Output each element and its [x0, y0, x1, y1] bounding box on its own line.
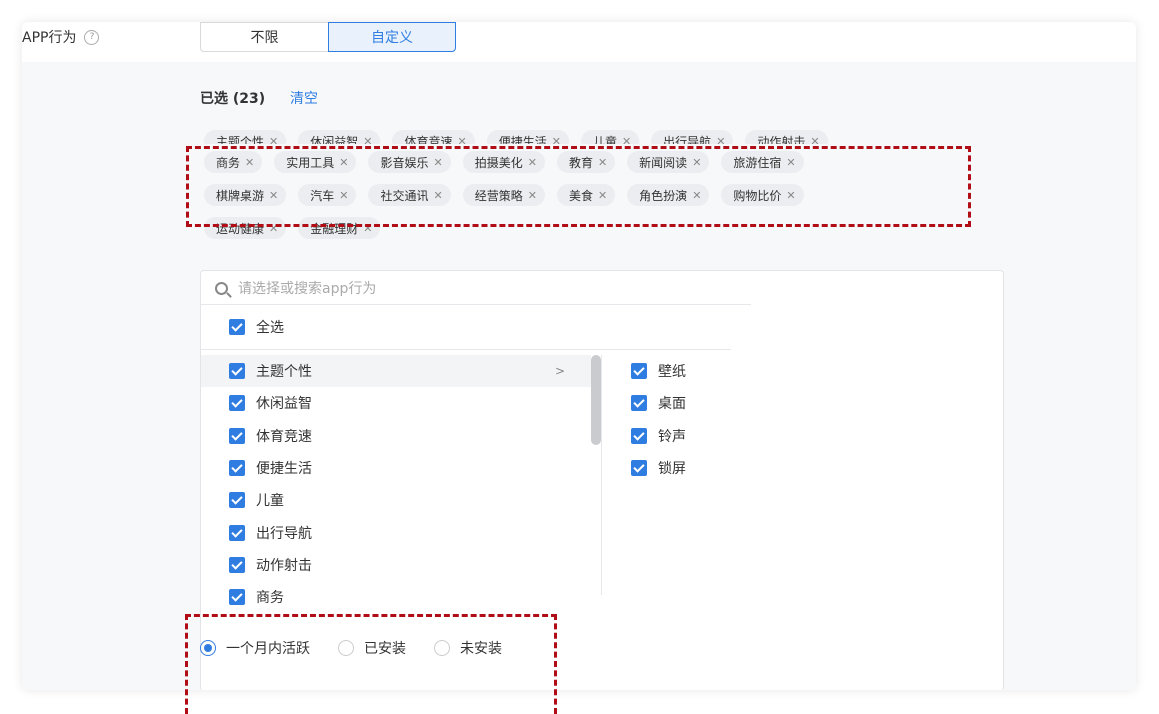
select-all-row[interactable]: 全选 — [229, 317, 284, 337]
search-icon — [215, 281, 228, 295]
annotation-box-radios — [185, 614, 557, 714]
list-item[interactable]: 动作射击 — [201, 549, 591, 581]
list-item[interactable]: 锁屏 — [631, 452, 686, 484]
list-item[interactable]: 体育竞速 — [201, 420, 591, 452]
item-checkbox[interactable] — [229, 363, 245, 380]
list-item[interactable]: 休闲益智 — [201, 387, 591, 419]
selected-tag: 儿童 ✕ — [580, 130, 640, 145]
item-checkbox[interactable] — [631, 363, 647, 380]
list-item[interactable]: 主题个性 > — [201, 355, 591, 388]
tag-label: 出行导航 — [663, 134, 712, 145]
list-item[interactable]: 铃声 — [631, 420, 686, 452]
search-divider — [201, 304, 751, 305]
item-checkbox[interactable] — [631, 427, 647, 444]
segment-unlimited[interactable]: 不限 — [200, 22, 328, 52]
item-checkbox[interactable] — [631, 460, 647, 477]
item-checkbox[interactable] — [229, 556, 245, 573]
search-input[interactable]: 请选择或搜索app行为 — [238, 278, 376, 298]
item-label: 主题个性 — [256, 364, 312, 381]
selected-tag: 主题个性 ✕ — [204, 130, 287, 145]
mode-segmented-control: 不限 自定义 — [200, 22, 456, 52]
clear-link[interactable]: 清空 — [290, 88, 318, 108]
item-label: 商务 — [256, 590, 284, 607]
column-divider — [601, 355, 602, 595]
remove-tag-icon[interactable]: ✕ — [457, 135, 466, 145]
tag-label: 便捷生活 — [498, 134, 547, 145]
selected-tag: 出行导航 ✕ — [651, 130, 734, 145]
chevron-right-icon: > — [554, 364, 565, 379]
list-item[interactable]: 桌面 — [631, 387, 686, 419]
selected-tag: 动作射击 ✕ — [745, 130, 828, 145]
segment-custom[interactable]: 自定义 — [328, 22, 456, 52]
subcategory-list: 壁纸 桌面 铃声 锁屏 — [631, 355, 686, 484]
select-all-label: 全选 — [256, 320, 284, 336]
select-all-checkbox[interactable] — [229, 319, 245, 335]
tag-row-partial: 主题个性 ✕ 休闲益智 ✕ 体育竞速 ✕ 便捷生活 ✕ 儿童 ✕ 出行导航 ✕ 动作射击 ✕ — [204, 130, 964, 144]
item-checkbox[interactable] — [229, 395, 245, 412]
tag-label: 儿童 — [592, 134, 617, 145]
item-label: 动作射击 — [256, 557, 312, 574]
item-label: 铃声 — [658, 428, 686, 445]
remove-tag-icon[interactable]: ✕ — [269, 135, 278, 145]
item-label: 休闲益智 — [256, 396, 312, 413]
list-item[interactable]: 便捷生活 — [201, 452, 591, 484]
tag-label: 体育竞速 — [404, 134, 453, 145]
item-checkbox[interactable] — [631, 395, 647, 412]
tag-label: 动作射击 — [757, 134, 806, 145]
list-item[interactable]: 壁纸 — [631, 355, 686, 387]
item-label: 便捷生活 — [256, 461, 312, 478]
item-label: 体育竞速 — [256, 428, 312, 445]
remove-tag-icon[interactable]: ✕ — [552, 135, 561, 145]
item-checkbox[interactable] — [229, 589, 245, 606]
search-row[interactable]: 请选择或搜索app行为 — [215, 278, 376, 298]
selected-tag: 体育竞速 ✕ — [392, 130, 475, 145]
item-label: 锁屏 — [658, 461, 686, 478]
item-label: 壁纸 — [658, 364, 686, 381]
list-item[interactable]: 出行导航 — [201, 516, 591, 548]
item-checkbox[interactable] — [229, 427, 245, 444]
list-item[interactable]: 儿童 — [201, 484, 591, 516]
selected-count: 已选 (23) — [200, 91, 266, 107]
item-label: 儿童 — [256, 493, 284, 510]
tag-label: 休闲益智 — [310, 134, 359, 145]
annotation-box-tags — [186, 146, 971, 227]
item-checkbox[interactable] — [229, 492, 245, 509]
app-behavior-panel: APP行为 ? 不限 自定义 已选 (23) 清空 主题个性 ✕ 休闲益智 ✕ 体育竞速… — [22, 22, 1136, 690]
list-scrollbar[interactable] — [591, 355, 601, 445]
selected-tag: 休闲益智 ✕ — [298, 130, 381, 145]
tag-label: 主题个性 — [216, 134, 265, 145]
selected-tag: 便捷生活 ✕ — [486, 130, 569, 145]
field-label: APP行为 — [22, 30, 77, 46]
item-label: 出行导航 — [256, 525, 312, 542]
item-checkbox[interactable] — [229, 460, 245, 477]
field-label-row: APP行为 ? — [22, 27, 100, 47]
remove-tag-icon[interactable]: ✕ — [363, 135, 372, 145]
top-strip — [22, 22, 1136, 62]
list-divider — [201, 349, 731, 350]
item-label: 桌面 — [658, 396, 686, 413]
remove-tag-icon[interactable]: ✕ — [810, 135, 819, 145]
remove-tag-icon[interactable]: ✕ — [622, 135, 631, 145]
help-icon[interactable]: ? — [84, 29, 100, 45]
remove-tag-icon[interactable]: ✕ — [716, 135, 725, 145]
item-checkbox[interactable] — [229, 524, 245, 541]
list-item[interactable]: 商务 — [201, 581, 591, 613]
